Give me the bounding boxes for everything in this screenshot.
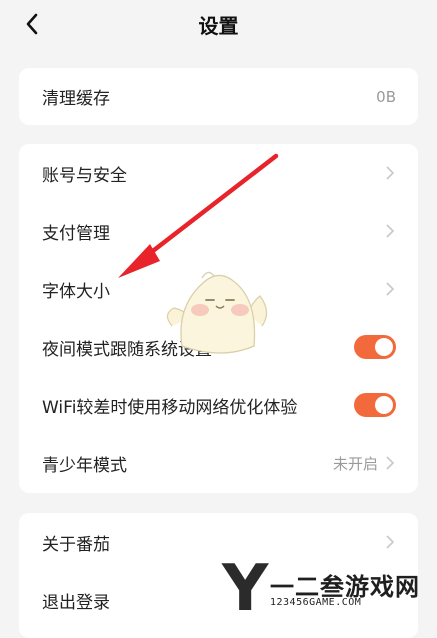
chevron-right-icon bbox=[386, 281, 396, 297]
cache-card: 清理缓存 0B bbox=[19, 68, 418, 125]
teen-mode-row[interactable]: 青少年模式 未开启 bbox=[19, 434, 418, 492]
teen-mode-label: 青少年模式 bbox=[42, 455, 127, 476]
clear-cache-row[interactable]: 清理缓存 0B bbox=[19, 68, 418, 125]
site-watermark: Y 一二叁游戏网 123456GAME.COM bbox=[222, 557, 437, 625]
wifi-optimize-row: WiFi较差时使用移动网络优化体验 bbox=[19, 376, 418, 434]
watermark-logo-letter: Y bbox=[222, 552, 269, 626]
annotation-arrow-icon bbox=[118, 153, 279, 278]
chevron-right-icon bbox=[386, 455, 396, 471]
nav-bar: 设置 bbox=[0, 0, 437, 48]
toggle-knob bbox=[375, 396, 393, 414]
wifi-optimize-label: WiFi较差时使用移动网络优化体验 bbox=[42, 397, 298, 418]
chevron-right-icon bbox=[386, 165, 396, 181]
teen-mode-status: 未开启 bbox=[332, 454, 378, 473]
watermark-site-url: 123456GAME.COM bbox=[270, 597, 362, 608]
chevron-right-icon bbox=[386, 223, 396, 239]
mascot-icon bbox=[166, 271, 268, 354]
wifi-optimize-toggle[interactable] bbox=[354, 393, 396, 417]
toggle-knob bbox=[375, 338, 393, 356]
about-label: 关于番茄 bbox=[42, 534, 110, 555]
clear-cache-label: 清理缓存 bbox=[42, 89, 110, 109]
night-mode-toggle[interactable] bbox=[354, 335, 396, 359]
cache-size-value: 0B bbox=[376, 87, 396, 106]
page-title: 设置 bbox=[198, 14, 239, 38]
chevron-right-icon bbox=[386, 534, 396, 550]
